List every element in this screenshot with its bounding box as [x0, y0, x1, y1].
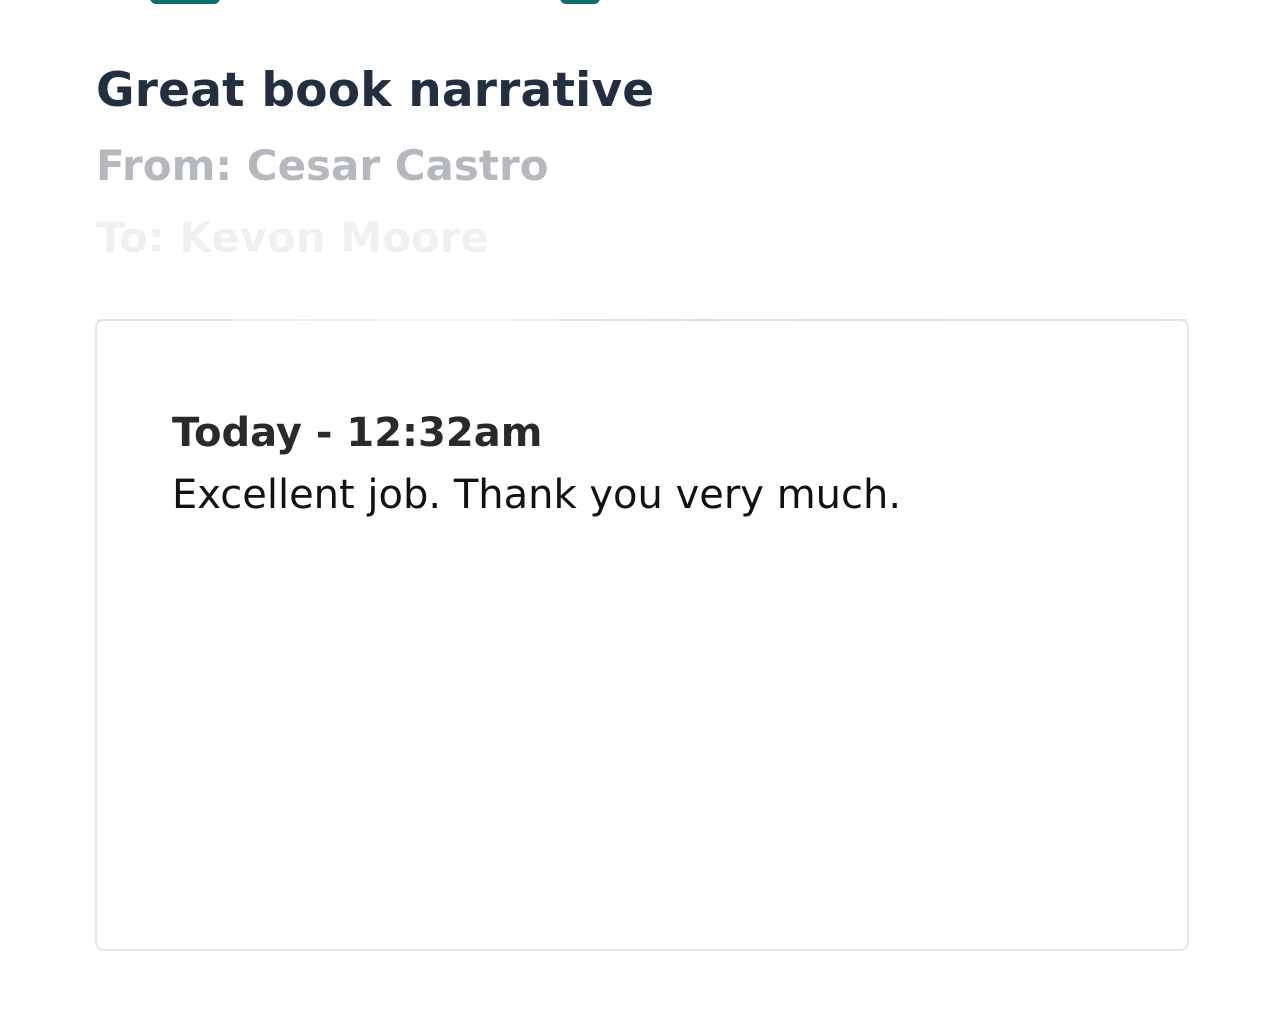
- scrolled-header-remnant: [0, 0, 1273, 6]
- header-stub: [150, 0, 220, 4]
- card-top-border: [97, 319, 1187, 321]
- from-line: From: Cesar Castro: [96, 141, 549, 190]
- to-line: To: Kevon Moore: [96, 213, 490, 262]
- message-body: Excellent job. Thank you very much.: [172, 472, 902, 518]
- header-stub: [560, 0, 600, 4]
- conversation-header: Great book narrative From: Cesar Castro …: [96, 58, 1196, 268]
- message-item: Today - 12:32am Excellent job. Thank you…: [172, 405, 1132, 527]
- conversation-subject: Great book narrative: [96, 63, 655, 118]
- message-thread-card: Today - 12:32am Excellent job. Thank you…: [95, 319, 1189, 951]
- message-timestamp: Today - 12:32am: [172, 410, 543, 456]
